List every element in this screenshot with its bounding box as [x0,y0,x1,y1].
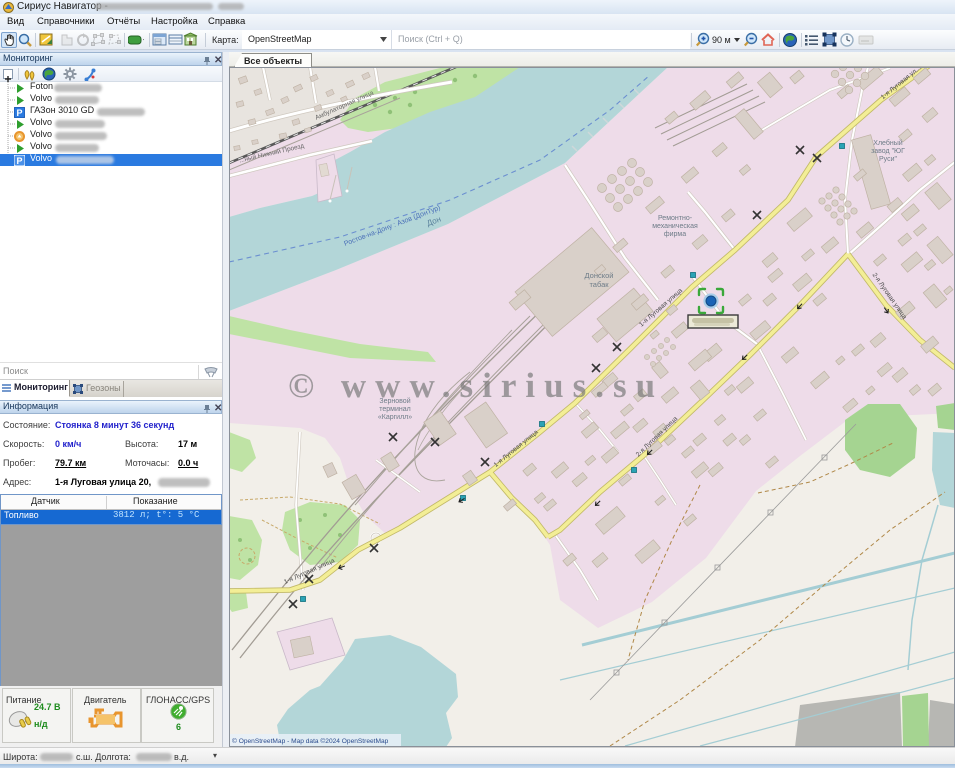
svg-text:завод "ЮГ: завод "ЮГ [871,148,905,155]
svg-text:«Каргилл»: «Каргилл» [378,414,412,421]
svg-text:P: P [16,156,22,166]
svg-text:фирма: фирма [664,231,686,238]
svg-text:табак: табак [589,280,609,289]
svg-text:© www.sirius.su: © www.sirius.su [288,366,664,405]
svg-text:© OpenStreetMap - Map data ©20: © OpenStreetMap - Map data ©2024 OpenStr… [232,737,389,745]
svg-text:Донской: Донской [585,271,614,280]
svg-text:механическая: механическая [652,223,698,230]
svg-text:Руси": Руси" [879,156,898,163]
svg-text:P: P [16,108,22,118]
svg-text:Хлебный: Хлебный [873,139,902,147]
svg-text:Ремонтно-: Ремонтно- [658,215,693,222]
svg-text:терминал: терминал [379,406,410,413]
